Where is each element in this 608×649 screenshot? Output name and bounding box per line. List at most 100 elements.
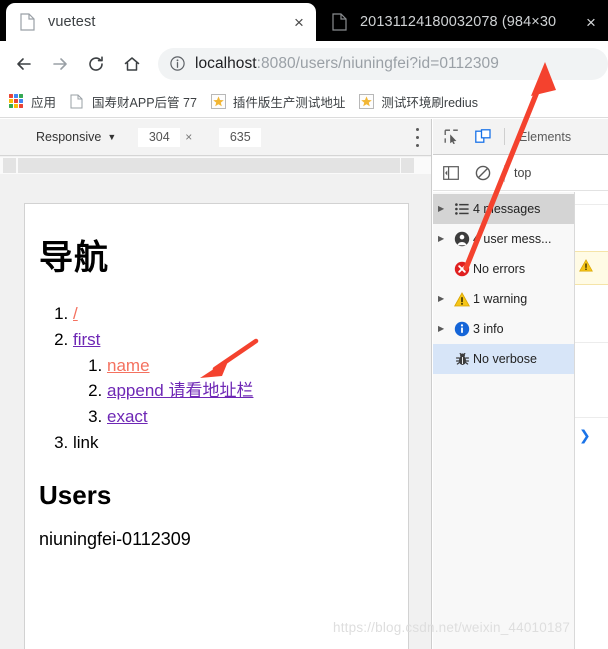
forward-button[interactable] — [42, 46, 78, 82]
list-item: link — [73, 430, 408, 456]
sidebar-item-label: 4 user mess... — [473, 232, 552, 246]
sidebar-item-label: 1 warning — [473, 292, 528, 306]
device-preset-label: Responsive — [36, 130, 102, 144]
address-bar-text: localhost:8080/users/niuningfei?id=01123… — [195, 55, 499, 73]
kebab-menu-icon[interactable] — [415, 128, 419, 147]
emulated-page-viewport: 导航 / first name append 请看地址栏 — [24, 203, 409, 649]
list-item: append 请看地址栏 — [107, 378, 408, 404]
list-icon — [451, 203, 473, 215]
console-sidebar-toggle-icon[interactable] — [437, 160, 465, 186]
url-path: :8080/users/niuningfei?id=0112309 — [256, 54, 499, 72]
tab-elements[interactable]: Elements — [512, 130, 578, 144]
bookmark-plugin-test-url[interactable]: 插件版生产测试地址 — [210, 92, 345, 111]
chevron-right-icon[interactable]: ▶ — [438, 235, 451, 243]
bookmark-test-env-redius[interactable]: 测试环境刷redius — [359, 92, 478, 111]
ruler-track — [18, 158, 400, 173]
sidebar-item-label: No verbose — [473, 352, 537, 366]
console-prompt-icon[interactable]: ❯ — [579, 427, 591, 444]
site-information-icon[interactable] — [169, 55, 186, 72]
arrow-right-icon — [53, 57, 67, 70]
bookmarks-bar: 应用 国寿财APP后管 77 插件版生产测试地址 测试环境刷redius — [0, 86, 608, 118]
warning-icon — [451, 291, 473, 307]
chevron-right-icon[interactable]: ▶ — [438, 295, 451, 303]
nav-link-first[interactable]: first — [73, 330, 100, 349]
ruler-left-handle[interactable] — [3, 158, 16, 173]
home-button[interactable] — [114, 46, 150, 82]
device-toolbar-icon[interactable] — [469, 124, 497, 150]
list-item: first name append 请看地址栏 exact — [73, 327, 408, 430]
page-favicon-icon — [332, 12, 349, 32]
list-item: / — [73, 301, 408, 327]
devtools-panel: Elements top ▶ 4 messages ▶ 4 user mess.… — [433, 119, 608, 649]
nav-link-root[interactable]: / — [73, 304, 78, 323]
toolbar-divider — [504, 164, 505, 182]
sidebar-item-label: 4 messages — [473, 202, 541, 216]
console-output[interactable]: ❯ — [575, 192, 608, 649]
tab-title: vuetest — [48, 14, 96, 30]
home-icon — [124, 56, 140, 71]
page-favicon-icon — [20, 12, 37, 32]
ruler-right-handle[interactable] — [401, 158, 414, 173]
bookmark-label: 应用 — [31, 96, 57, 110]
nav-link-exact[interactable]: exact — [107, 407, 148, 426]
viewport-ruler — [0, 157, 431, 174]
inspect-element-icon[interactable] — [437, 124, 465, 150]
console-row-divider — [575, 204, 608, 205]
devtools-body: ▶ 4 messages ▶ 4 user mess... No errors … — [433, 192, 608, 649]
console-row-divider — [575, 417, 608, 418]
clear-console-icon[interactable] — [469, 160, 497, 186]
list-item: name — [107, 353, 408, 379]
nav-text-link: link — [73, 433, 99, 453]
browser-toolbar: localhost:8080/users/niuningfei?id=01123… — [0, 41, 608, 86]
device-emulation-pane: Responsive ▼ 304 × 635 导航 / — [0, 119, 432, 649]
sidebar-item-user-messages[interactable]: ▶ 4 user mess... — [433, 224, 574, 254]
reload-button[interactable] — [78, 46, 114, 82]
sidebar-item-errors[interactable]: ▶ No errors — [433, 254, 574, 284]
error-icon — [451, 261, 473, 277]
user-detail-text: niuningfei-0112309 — [39, 528, 191, 549]
sidebar-item-info[interactable]: ▶ 3 info — [433, 314, 574, 344]
console-context-selector[interactable]: top — [514, 166, 531, 180]
back-button[interactable] — [6, 46, 42, 82]
star-favicon-icon — [210, 93, 227, 110]
sidebar-item-warnings[interactable]: ▶ 1 warning — [433, 284, 574, 314]
bookmark-apps[interactable]: 应用 — [9, 92, 56, 111]
sidebar-item-verbose[interactable]: ▶ No verbose — [433, 344, 574, 374]
chevron-right-icon[interactable]: ▶ — [438, 205, 451, 213]
console-row-divider — [575, 342, 608, 343]
arrow-left-icon — [17, 57, 31, 70]
bug-icon — [451, 352, 473, 367]
chevron-right-icon[interactable]: ▶ — [438, 325, 451, 333]
warning-icon — [579, 259, 593, 277]
browser-tab-vuetest[interactable]: vuetest × — [6, 3, 316, 41]
list-item: exact — [107, 404, 408, 430]
chevron-down-icon: ▼ — [107, 132, 117, 142]
bookmark-guoshou-app[interactable]: 国寿财APP后管 77 — [70, 92, 197, 111]
tab-strip: vuetest × 20131124180032078 (984×30 × — [0, 0, 608, 41]
dimension-separator: × — [185, 130, 193, 144]
sidebar-item-label: 3 info — [473, 322, 504, 336]
bookmark-label: 国寿财APP后管 77 — [92, 96, 197, 110]
close-tab-icon[interactable]: × — [288, 11, 310, 33]
sidebar-item-label: No errors — [473, 262, 526, 276]
sidebar-item-messages[interactable]: ▶ 4 messages — [433, 194, 574, 224]
nav-sublist: name append 请看地址栏 exact — [73, 353, 408, 430]
address-bar[interactable]: localhost:8080/users/niuningfei?id=01123… — [158, 47, 608, 80]
console-warning-row[interactable] — [575, 251, 608, 285]
viewport-width-input[interactable]: 304 — [138, 127, 181, 147]
document-icon — [70, 94, 86, 110]
apps-grid-icon — [9, 93, 25, 110]
users-heading: Users — [39, 479, 112, 510]
url-host: localhost — [195, 54, 257, 72]
star-favicon-icon — [359, 93, 375, 110]
close-tab-icon[interactable]: × — [580, 11, 602, 33]
console-filter-row: top — [433, 156, 608, 191]
device-preset-select[interactable]: Responsive ▼ — [36, 130, 116, 144]
nav-link-name[interactable]: name — [107, 356, 150, 375]
toolbar-divider — [504, 128, 505, 145]
devtools-tab-row: Elements — [433, 119, 608, 155]
nav-link-append[interactable]: append 请看地址栏 — [107, 381, 253, 400]
browser-tab-image[interactable]: 20131124180032078 (984×30 × — [318, 3, 608, 41]
viewport-height-input[interactable]: 635 — [219, 127, 262, 147]
nav-list: / first name append 请看地址栏 exac — [39, 301, 408, 456]
